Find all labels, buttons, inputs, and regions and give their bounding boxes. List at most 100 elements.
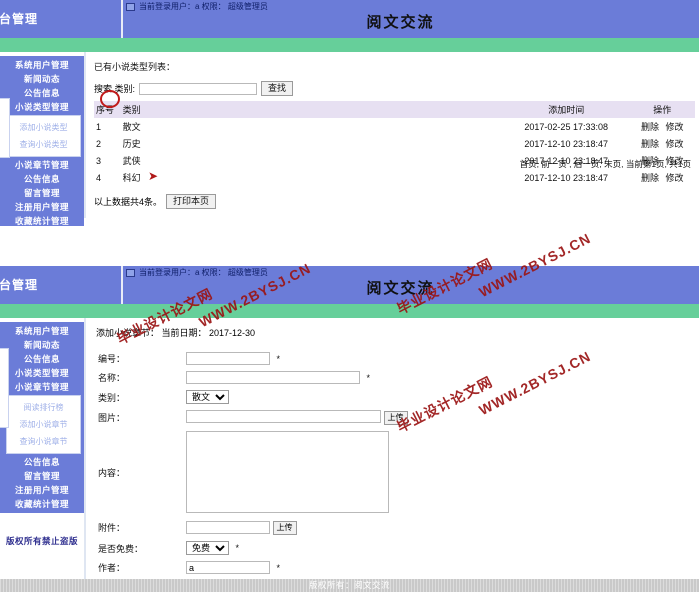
page-footer: 版权所有：阅文交流 (0, 579, 699, 592)
name-input[interactable] (186, 371, 360, 384)
sidebar-menu-1: 系统用户管理 新闻动态 公告信息 小说类型管理 添加小说类型 查询小说类型 小说… (0, 56, 84, 226)
footer-text: 版权所有：阅文交流 (308, 580, 390, 590)
form-lead-text: 添加小说章节： 当前日期： 2017-12-30 (96, 328, 256, 338)
field-attachment-cell: 上传 (184, 518, 410, 539)
cell-no: 4 (96, 172, 102, 183)
form-row-number: 编号： * (96, 349, 410, 368)
sidebar-item-announcements-2[interactable]: 公告信息 (0, 172, 84, 186)
field-author-cell: * (184, 558, 410, 577)
column-header-type: 类别 (120, 101, 503, 118)
cell-time: 2017-12-10 23:18:47 (524, 172, 608, 183)
sidebar-item-novel-type[interactable]: 小说类型管理 (0, 100, 84, 114)
cell-type: 历史 (122, 139, 141, 149)
cell-time: 2017-02-25 17:33:08 (524, 121, 608, 132)
delete-link[interactable]: 删除 (641, 122, 659, 132)
cell-type: 武侠 (122, 156, 141, 166)
attachment-upload-button[interactable]: 上传 (272, 521, 297, 535)
form-row-content: 内容： (96, 428, 410, 518)
sidebar-item-novel-chapter-2[interactable]: 小说章节管理 (0, 380, 84, 394)
label-attachment: 附件： (98, 523, 126, 534)
list-lead-text: 已有小说类型列表： (94, 62, 176, 72)
edit-link[interactable]: 修改 (666, 173, 684, 183)
sidebar-nav-2: 系统用户管理 新闻动态 公告信息 小说类型管理 小说章节管理 阅读排行榜 添加小… (0, 318, 84, 547)
label-author: 作者： (98, 563, 126, 573)
pagination[interactable]: 首页, 前一页 , 后一页, 末页, 当前第1页, 共1页 (520, 158, 691, 170)
record-count-text: 以上数据共4条。 (94, 197, 163, 207)
sidebar-item-announcements-3[interactable]: 公告信息 (0, 352, 84, 366)
label-category: 类别： (98, 392, 126, 403)
column-header-no: 序号 (94, 101, 121, 118)
required-mark: * (276, 353, 281, 364)
form-row-author: 作者： * (96, 558, 410, 577)
image-path-input[interactable] (186, 410, 381, 423)
label-free: 是否免费： (98, 543, 144, 554)
field-number-cell: * (184, 349, 410, 368)
image-upload-button[interactable]: 上传 (383, 410, 408, 425)
sidebar-item-messages-2[interactable]: 留言管理 (0, 469, 84, 483)
sidebar-nav-1: 系统用户管理 新闻动态 公告信息 小说类型管理 添加小说类型 查询小说类型 小说… (0, 52, 84, 226)
sidebar-item-registered-users-2[interactable]: 注册用户管理 (0, 483, 84, 497)
edit-link[interactable]: 修改 (666, 122, 684, 132)
number-input[interactable] (186, 352, 270, 365)
search-button[interactable]: 查找 (261, 81, 294, 96)
content-textarea[interactable] (186, 430, 389, 513)
delete-link[interactable]: 删除 (641, 173, 659, 183)
edit-link[interactable]: 修改 (666, 139, 684, 149)
sidebar-item-registered-users[interactable]: 注册用户管理 (0, 200, 84, 214)
category-select[interactable]: 散文 (186, 390, 229, 404)
sidebar-edge-decor (0, 98, 10, 158)
admin-form-page: 后台管理 当前登录用户：a 权限： 超级管理员 阅文交流 系统用户管理 新闻动态… (0, 266, 699, 592)
sidebar-item-announcements[interactable]: 公告信息 (0, 86, 84, 100)
page-header-2: 后台管理 当前登录用户：a 权限： 超级管理员 阅文交流 (0, 266, 699, 304)
list-summary-row: 以上数据共4条。 打印本页 (94, 194, 699, 209)
sidebar-subitem-reading-rank[interactable]: 阅读排行榜 (7, 399, 80, 416)
sidebar-item-system-users-2[interactable]: 系统用户管理 (0, 324, 84, 338)
cell-time: 2017-12-10 23:18:47 (524, 138, 608, 149)
page-header: 后台管理 当前登录用户：a 权限： 超级管理员 阅文交流 (0, 0, 699, 38)
sidebar-item-novel-type-2[interactable]: 小说类型管理 (0, 366, 84, 380)
author-input[interactable] (186, 561, 270, 574)
user-icon (126, 268, 135, 277)
field-name-cell: * (184, 368, 410, 387)
column-header-op: 操作 (629, 101, 695, 118)
search-input[interactable] (139, 82, 258, 95)
green-accent-bar-2 (0, 304, 699, 318)
sidebar-item-favorite-stats-2[interactable]: 收藏统计管理 (0, 497, 84, 511)
free-select[interactable]: 免费 (186, 541, 229, 555)
sidebar-copyright-2: 版权所有禁止盗版 (5, 536, 78, 546)
novel-type-table: 序号 类别 添加时间 操作 1 散文 2017-02-25 17:33:08 删… (94, 101, 695, 186)
cell-type: 散文 (122, 122, 141, 132)
form-row-name: 名称： * (96, 368, 410, 387)
sidebar-item-news[interactable]: 新闻动态 (0, 72, 84, 86)
cell-type: 科幻 (122, 173, 141, 183)
form-row-image: 图片： 上传 (96, 407, 410, 428)
sidebar-subitem-add-novel-chapter[interactable]: 添加小说章节 (7, 416, 80, 433)
cell-op: 删除 修改 (630, 118, 695, 135)
cell-no: 1 (96, 121, 102, 132)
sidebar-item-system-users[interactable]: 系统用户管理 (0, 58, 84, 72)
form-content: 添加小说章节： 当前日期： 2017-12-30 编号： * 名称： * 类别：… (84, 318, 699, 592)
sidebar-item-news-2[interactable]: 新闻动态 (0, 338, 84, 352)
delete-link[interactable]: 删除 (641, 139, 659, 149)
sidebar-subitem-add-novel-type[interactable]: 添加小说类型 (7, 119, 80, 136)
sidebar-subitem-query-novel-type[interactable]: 查询小说类型 (7, 136, 80, 153)
print-page-button[interactable]: 打印本页 (166, 194, 217, 209)
attachment-path-input[interactable] (186, 520, 270, 534)
form-row-category: 类别： 散文 (96, 387, 410, 407)
search-row: 搜索 类别: 查找 (94, 81, 699, 96)
table-row: 1 散文 2017-02-25 17:33:08 删除 修改 (94, 118, 695, 135)
cell-no: 2 (96, 138, 102, 149)
user-icon (126, 2, 135, 11)
sidebar-item-favorite-stats[interactable]: 收藏统计管理 (0, 214, 84, 226)
sidebar-item-announcements-4[interactable]: 公告信息 (0, 455, 84, 469)
sidebar-menu-2: 系统用户管理 新闻动态 公告信息 小说类型管理 小说章节管理 阅读排行榜 添加小… (0, 322, 84, 513)
field-content-cell (184, 428, 410, 518)
sidebar-item-novel-chapter[interactable]: 小说章节管理 (0, 158, 84, 172)
sidebar-submenu-novel-type: 添加小说类型 查询小说类型 (6, 115, 81, 157)
sidebar-item-messages[interactable]: 留言管理 (0, 186, 84, 200)
sidebar-subitem-query-novel-chapter[interactable]: 查询小说章节 (7, 433, 80, 450)
search-label: 搜索 类别: (94, 84, 136, 94)
table-row: 4 科幻 2017-12-10 23:18:47 删除 修改 (94, 169, 695, 186)
cell-op: 删除 修改 (630, 135, 695, 152)
site-title-2: 阅文交流 (366, 279, 435, 297)
